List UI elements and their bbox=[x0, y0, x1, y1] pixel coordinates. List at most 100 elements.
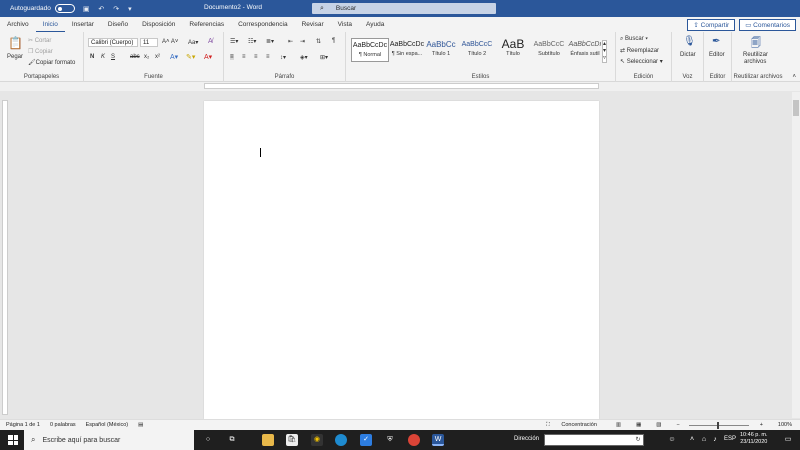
file-explorer-icon[interactable] bbox=[262, 434, 274, 446]
scrollbar-thumb[interactable] bbox=[793, 100, 799, 116]
horizontal-ruler[interactable] bbox=[204, 83, 599, 89]
language-indicator[interactable]: Español (México) bbox=[86, 422, 129, 428]
strikethrough-button[interactable]: abc bbox=[130, 54, 140, 60]
grow-font-icon[interactable]: A˄ A˅ bbox=[162, 39, 178, 45]
refresh-icon[interactable]: ↻ bbox=[632, 434, 644, 446]
find-button[interactable]: ⌕ Buscar ▾ bbox=[620, 36, 648, 43]
accessibility-icon[interactable]: ▤ bbox=[138, 422, 143, 428]
defender-icon[interactable]: ⛨ bbox=[384, 434, 396, 446]
style-heading-2[interactable]: AaBbCcC Título 2 bbox=[458, 38, 496, 62]
vertical-scrollbar[interactable] bbox=[792, 92, 800, 418]
reuse-files-icon[interactable]: 🗐 bbox=[751, 36, 761, 53]
customize-qat-icon[interactable]: ▾ bbox=[128, 6, 132, 13]
zoom-in-icon[interactable]: + bbox=[760, 422, 763, 428]
edge-icon[interactable] bbox=[335, 434, 347, 446]
decrease-indent-icon[interactable]: ⇤ bbox=[288, 38, 293, 45]
autosave-toggle[interactable] bbox=[54, 4, 75, 13]
style-normal[interactable]: AaBbCcDc ¶ Normal bbox=[351, 38, 389, 62]
paste-button[interactable]: Pegar bbox=[7, 54, 23, 60]
address-input[interactable] bbox=[544, 434, 644, 446]
task-view-icon[interactable]: ⧉ bbox=[226, 434, 238, 446]
undo-icon[interactable]: ↶ bbox=[98, 6, 104, 13]
taskbar-clock[interactable]: 10:46 p. m. 23/11/2020 bbox=[740, 432, 768, 446]
align-left-icon[interactable]: ≡ bbox=[230, 54, 234, 60]
increase-indent-icon[interactable]: ⇥ bbox=[300, 38, 305, 45]
reuse-files-line1[interactable]: Reutilizar bbox=[743, 52, 768, 58]
tab-archivo[interactable]: Archivo bbox=[0, 17, 36, 32]
tab-ayuda[interactable]: Ayuda bbox=[359, 17, 391, 32]
microphone-icon[interactable]: 🎙 bbox=[683, 36, 696, 47]
tab-correspondencia[interactable]: Correspondencia bbox=[231, 17, 295, 32]
people-icon[interactable]: ☺ bbox=[666, 434, 678, 446]
format-painter-button[interactable]: 🖌Copiar formato bbox=[28, 59, 75, 66]
page-count[interactable]: Página 1 de 1 bbox=[6, 422, 40, 428]
title-search-box[interactable]: ⌕ Buscar bbox=[312, 3, 496, 14]
align-right-icon[interactable]: ≡ bbox=[254, 54, 258, 60]
editor-pen-icon[interactable]: ✒ bbox=[712, 36, 720, 47]
font-size-select[interactable]: 11 bbox=[140, 38, 158, 47]
text-effects-icon[interactable]: A▾ bbox=[170, 53, 178, 61]
print-layout-icon[interactable]: ▦ bbox=[636, 422, 641, 428]
tab-referencias[interactable]: Referencias bbox=[182, 17, 231, 32]
word-count[interactable]: 0 palabras bbox=[50, 422, 76, 428]
change-case-icon[interactable]: Aa▾ bbox=[188, 39, 198, 46]
borders-icon[interactable]: ⊞▾ bbox=[320, 54, 328, 61]
tab-diseno[interactable]: Diseño bbox=[101, 17, 135, 32]
bold-button[interactable]: N bbox=[90, 54, 94, 60]
taskbar-search[interactable]: ⌕ Escribe aquí para buscar bbox=[24, 430, 194, 450]
numbering-icon[interactable]: ☷▾ bbox=[248, 38, 256, 45]
tab-revisar[interactable]: Revisar bbox=[295, 17, 331, 32]
style-title[interactable]: AaB Título bbox=[494, 38, 532, 62]
multilevel-icon[interactable]: ≣▾ bbox=[266, 38, 274, 45]
justify-icon[interactable]: ≡ bbox=[266, 54, 270, 60]
replace-button[interactable]: ⇄ Reemplazar bbox=[620, 47, 659, 54]
cut-button[interactable]: ✂ Cortar bbox=[28, 37, 51, 44]
share-button[interactable]: ⇪ Compartir bbox=[687, 19, 736, 31]
shading-icon[interactable]: ◈▾ bbox=[300, 54, 308, 61]
notifications-icon[interactable]: ▭ bbox=[782, 434, 794, 446]
windows-start-icon[interactable] bbox=[8, 435, 18, 445]
zoom-level[interactable]: 100% bbox=[778, 422, 792, 428]
tray-expand-icon[interactable]: ˄ bbox=[686, 434, 698, 446]
subscript-button[interactable]: x₂ bbox=[144, 54, 149, 60]
focus-mode[interactable]: ⛶ Concentración bbox=[540, 422, 601, 429]
comments-button[interactable]: ▭ Comentarios bbox=[739, 19, 796, 31]
tab-inicio[interactable]: Inicio bbox=[35, 17, 65, 32]
copy-button[interactable]: ❐ Copiar bbox=[28, 48, 53, 55]
sort-icon[interactable]: ⇅ bbox=[316, 38, 321, 45]
style-no-spacing[interactable]: AaBbCcDc ¶ Sin espa... bbox=[388, 38, 426, 62]
zoom-slider[interactable] bbox=[688, 421, 749, 429]
clear-format-icon[interactable]: A̸ bbox=[208, 38, 213, 45]
vertical-ruler[interactable] bbox=[2, 100, 8, 415]
line-spacing-icon[interactable]: ↕▾ bbox=[280, 54, 286, 61]
tab-insertar[interactable]: Insertar bbox=[65, 17, 101, 32]
reuse-files-line2[interactable]: archivos bbox=[744, 59, 766, 65]
word-taskbar-icon[interactable]: W bbox=[432, 434, 444, 446]
app-icon[interactable]: ◉ bbox=[311, 434, 323, 446]
align-center-icon[interactable]: ≡ bbox=[242, 54, 246, 60]
redo-icon[interactable]: ↷ bbox=[113, 6, 119, 13]
font-color-icon[interactable]: A▾ bbox=[204, 53, 212, 61]
cortana-icon[interactable]: ○ bbox=[202, 434, 214, 446]
chrome-icon[interactable] bbox=[408, 434, 420, 446]
tab-disposicion[interactable]: Disposición bbox=[135, 17, 182, 32]
zoom-out-icon[interactable]: − bbox=[676, 422, 679, 428]
todo-icon[interactable]: ✓ bbox=[360, 434, 372, 446]
store-icon[interactable]: 🛍 bbox=[286, 434, 298, 446]
style-subtitle[interactable]: AaBbCcC Subtítulo bbox=[530, 38, 568, 62]
bullets-icon[interactable]: ☰▾ bbox=[230, 38, 238, 45]
style-subtle-emphasis[interactable]: AaBbCcDı Énfasis sutil bbox=[566, 38, 604, 62]
read-mode-icon[interactable]: ▥ bbox=[616, 422, 621, 428]
paste-icon[interactable]: 📋 bbox=[8, 36, 23, 50]
underline-button[interactable]: S bbox=[111, 54, 115, 60]
save-icon[interactable]: ▣ bbox=[83, 6, 90, 13]
input-language[interactable]: ESP bbox=[724, 436, 736, 442]
style-heading-1[interactable]: AaBbCc Título 1 bbox=[422, 38, 460, 62]
font-family-select[interactable]: Calibri (Cuerpo) bbox=[88, 38, 138, 47]
select-button[interactable]: ↖ Seleccionar ▾ bbox=[620, 58, 663, 65]
italic-button[interactable]: K bbox=[101, 54, 105, 60]
tab-vista[interactable]: Vista bbox=[331, 17, 359, 32]
superscript-button[interactable]: x² bbox=[155, 54, 160, 60]
styles-more-icon[interactable]: ▴ ▾ ▿ bbox=[602, 40, 608, 63]
collapse-ribbon-icon[interactable]: ˄ bbox=[792, 74, 796, 80]
